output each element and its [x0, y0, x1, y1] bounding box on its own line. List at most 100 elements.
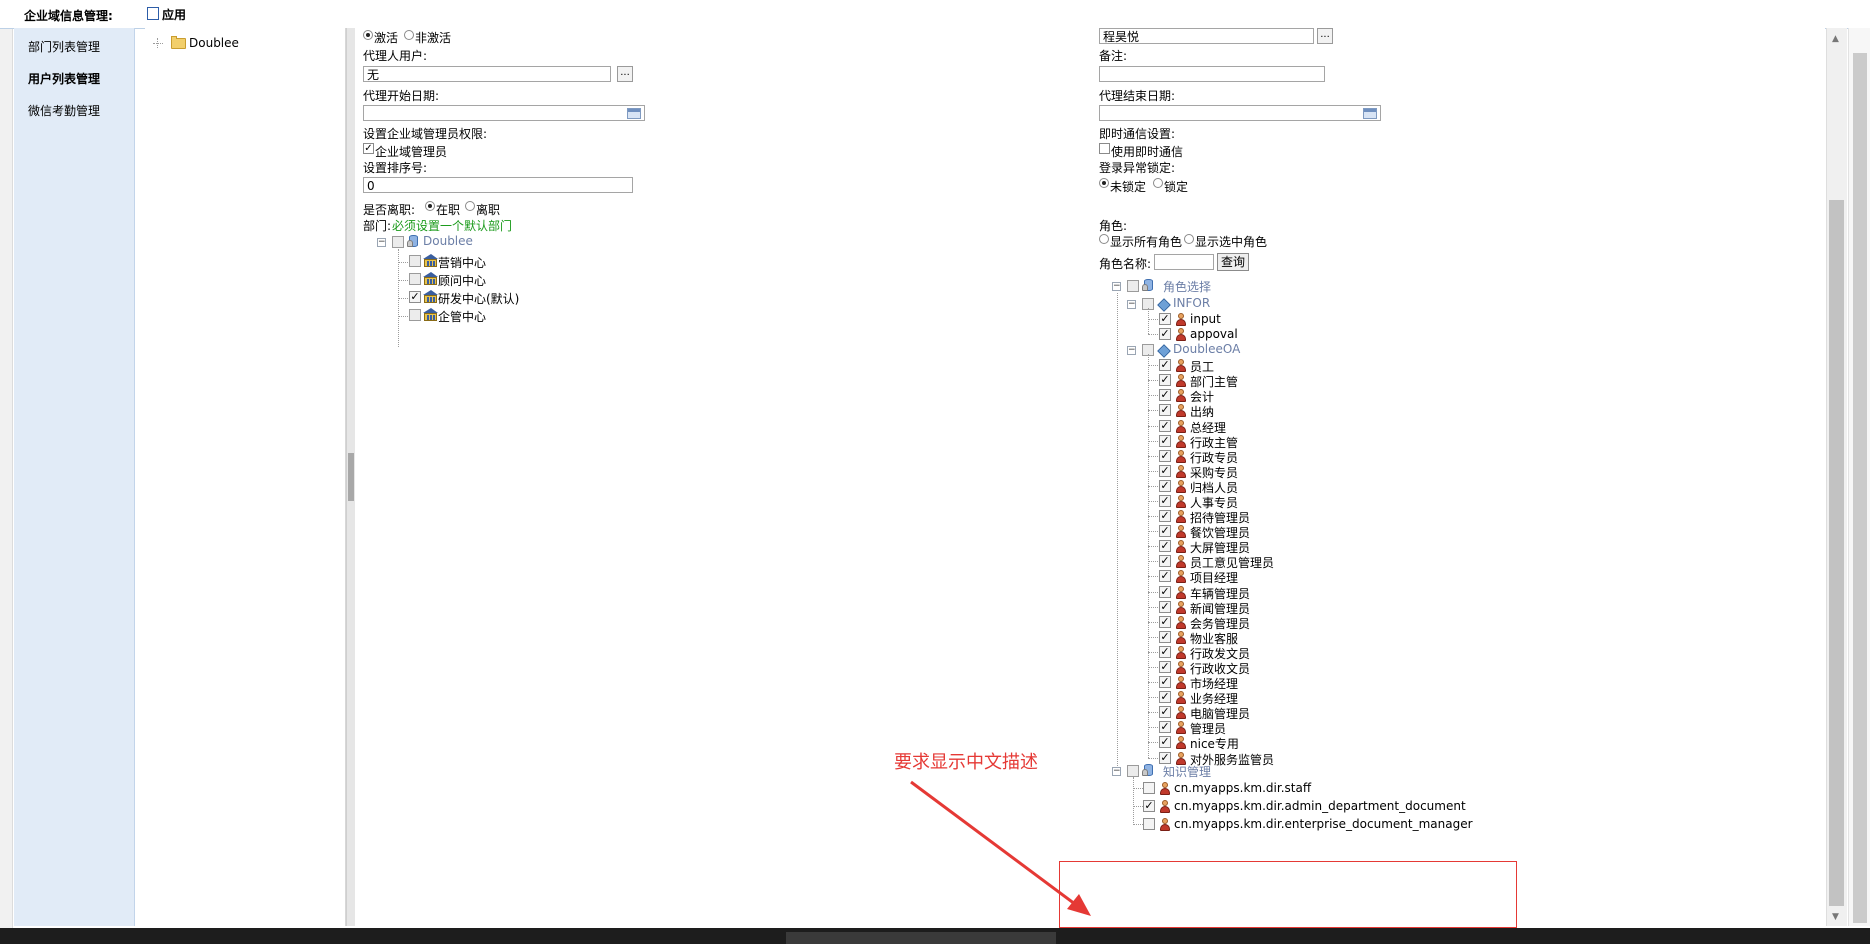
calendar-icon[interactable] [1363, 108, 1377, 119]
role-checkbox[interactable]: ✓ [1159, 555, 1171, 568]
role-checkbox[interactable]: ✓ [1159, 570, 1171, 583]
dept-checkbox-rnd[interactable]: ✓ [409, 291, 421, 303]
resigned-off-radio[interactable] [465, 201, 475, 211]
tree-connector [1148, 651, 1158, 653]
dept-label-management: 企管中心 [438, 310, 487, 324]
group-collapse[interactable]: − [1127, 300, 1136, 309]
sidebar-item-wechat-attendance[interactable]: 微信考勤管理 [28, 102, 100, 119]
user-role-icon [1175, 585, 1187, 599]
agent-user-browse-button[interactable]: ... [617, 66, 633, 82]
role-checkbox[interactable]: ✓ [1159, 706, 1171, 719]
role-query-button[interactable]: 查询 [1217, 253, 1250, 271]
km-checkbox[interactable] [1143, 781, 1155, 794]
km-checkbox[interactable]: ✓ [1143, 799, 1155, 812]
role-name-field[interactable] [1154, 254, 1214, 270]
role-checkbox[interactable]: ✓ [1159, 374, 1171, 387]
role-checkbox[interactable]: ✓ [1159, 404, 1171, 417]
im-checkbox[interactable] [1099, 143, 1110, 154]
km-root-checkbox[interactable] [1127, 764, 1139, 777]
show-selected-roles-radio[interactable] [1184, 234, 1194, 244]
dept-tree-collapse[interactable]: − [377, 238, 386, 247]
scroll-down-icon[interactable]: ▼ [1832, 912, 1839, 922]
user-name-browse-button[interactable]: ... [1317, 28, 1333, 44]
role-checkbox[interactable]: ✓ [1159, 676, 1171, 689]
sidebar-item-users[interactable]: 用户列表管理 [28, 70, 100, 87]
group-collapse[interactable]: − [1127, 346, 1136, 356]
user-role-icon [1175, 570, 1187, 584]
km-checkbox[interactable] [1143, 817, 1155, 830]
role-checkbox[interactable]: ✓ [1159, 479, 1171, 492]
tree-connector [1148, 742, 1158, 744]
tree-connector [1148, 727, 1158, 729]
user-role-icon [1175, 374, 1187, 388]
role-checkbox[interactable]: ✓ [1159, 510, 1171, 523]
page-scrollbar[interactable] [1848, 28, 1870, 926]
role-checkbox[interactable]: ✓ [1159, 419, 1171, 432]
page-scrollbar-thumb[interactable] [1853, 53, 1867, 923]
role-checkbox[interactable]: ✓ [1159, 736, 1171, 749]
agent-start-field[interactable] [363, 105, 645, 121]
scrollbar-thumb[interactable] [1829, 200, 1844, 906]
department-icon [423, 308, 438, 322]
tree-connector [1148, 606, 1158, 608]
dept-label-consulting: 顾问中心 [438, 274, 487, 288]
splitter-grip[interactable] [348, 453, 354, 501]
tree-connector [1148, 757, 1158, 759]
dept-checkbox-consulting[interactable] [409, 273, 421, 285]
sort-no-label: 设置排序号: [363, 161, 428, 175]
scroll-up-icon[interactable]: ▲ [1832, 34, 1839, 44]
user-role-icon [1175, 691, 1187, 705]
remark-field[interactable] [1099, 66, 1325, 82]
admin-rights-checkbox[interactable]: ✓ [363, 143, 374, 154]
role-checkbox[interactable]: ✓ [1159, 464, 1171, 477]
tree-connector [1148, 354, 1149, 758]
tree-connector [1133, 776, 1134, 825]
status-active-radio[interactable] [363, 30, 373, 40]
resigned-on-radio[interactable] [425, 201, 435, 211]
role-checkbox[interactable]: ✓ [1159, 630, 1171, 643]
role-checkbox[interactable]: ✓ [1159, 494, 1171, 507]
tree-root-label[interactable]: Doublee [189, 36, 239, 50]
agent-end-field[interactable] [1099, 105, 1381, 121]
main-scrollbar[interactable]: ▲ ▼ [1826, 28, 1847, 926]
agent-end-label: 代理结束日期: [1099, 89, 1176, 103]
km-collapse[interactable]: − [1112, 766, 1121, 776]
unlocked-radio[interactable] [1099, 178, 1109, 188]
role-checkbox[interactable]: ✓ [1159, 721, 1171, 734]
role-checkbox[interactable]: ✓ [1159, 600, 1171, 613]
role-checkbox[interactable]: ✓ [1159, 313, 1171, 325]
tree-connector [1148, 561, 1158, 563]
role-root-checkbox[interactable] [1127, 280, 1139, 292]
role-checkbox[interactable]: ✓ [1159, 660, 1171, 673]
user-role-icon [1175, 721, 1187, 735]
role-checkbox[interactable]: ✓ [1159, 615, 1171, 628]
role-checkbox[interactable]: ✓ [1159, 645, 1171, 658]
user-role-icon [1175, 464, 1187, 478]
role-checkbox[interactable]: ✓ [1159, 449, 1171, 462]
status-inactive-radio[interactable] [404, 30, 414, 40]
user-name-field[interactable]: 程昊悦 [1099, 28, 1314, 44]
taskbar-item[interactable] [786, 932, 1056, 944]
dept-checkbox-management[interactable] [409, 309, 421, 321]
header-bar: 企业域信息管理: 应用 [0, 0, 1870, 29]
agent-user-field[interactable]: 无 [363, 66, 611, 82]
role-tree-collapse[interactable]: − [1112, 282, 1121, 291]
locked-radio[interactable] [1153, 178, 1163, 188]
role-checkbox[interactable]: ✓ [1159, 525, 1171, 538]
role-checkbox[interactable]: ✓ [1159, 585, 1171, 598]
role-checkbox[interactable]: ✓ [1159, 359, 1171, 372]
role-checkbox[interactable]: ✓ [1159, 691, 1171, 704]
role-checkbox[interactable]: ✓ [1159, 540, 1171, 553]
user-role-icon [1175, 419, 1187, 433]
role-checkbox[interactable]: ✓ [1159, 434, 1171, 447]
tree-connector [1148, 308, 1149, 335]
dept-checkbox-marketing[interactable] [409, 255, 421, 267]
calendar-icon[interactable] [627, 108, 641, 119]
dept-root-checkbox[interactable] [392, 236, 404, 248]
role-checkbox[interactable]: ✓ [1159, 328, 1171, 341]
show-all-roles-radio[interactable] [1099, 234, 1109, 244]
sort-no-field[interactable]: 0 [363, 177, 633, 193]
sidebar-item-departments[interactable]: 部门列表管理 [28, 38, 100, 55]
role-checkbox[interactable]: ✓ [1159, 389, 1171, 402]
user-role-icon [1175, 630, 1187, 644]
